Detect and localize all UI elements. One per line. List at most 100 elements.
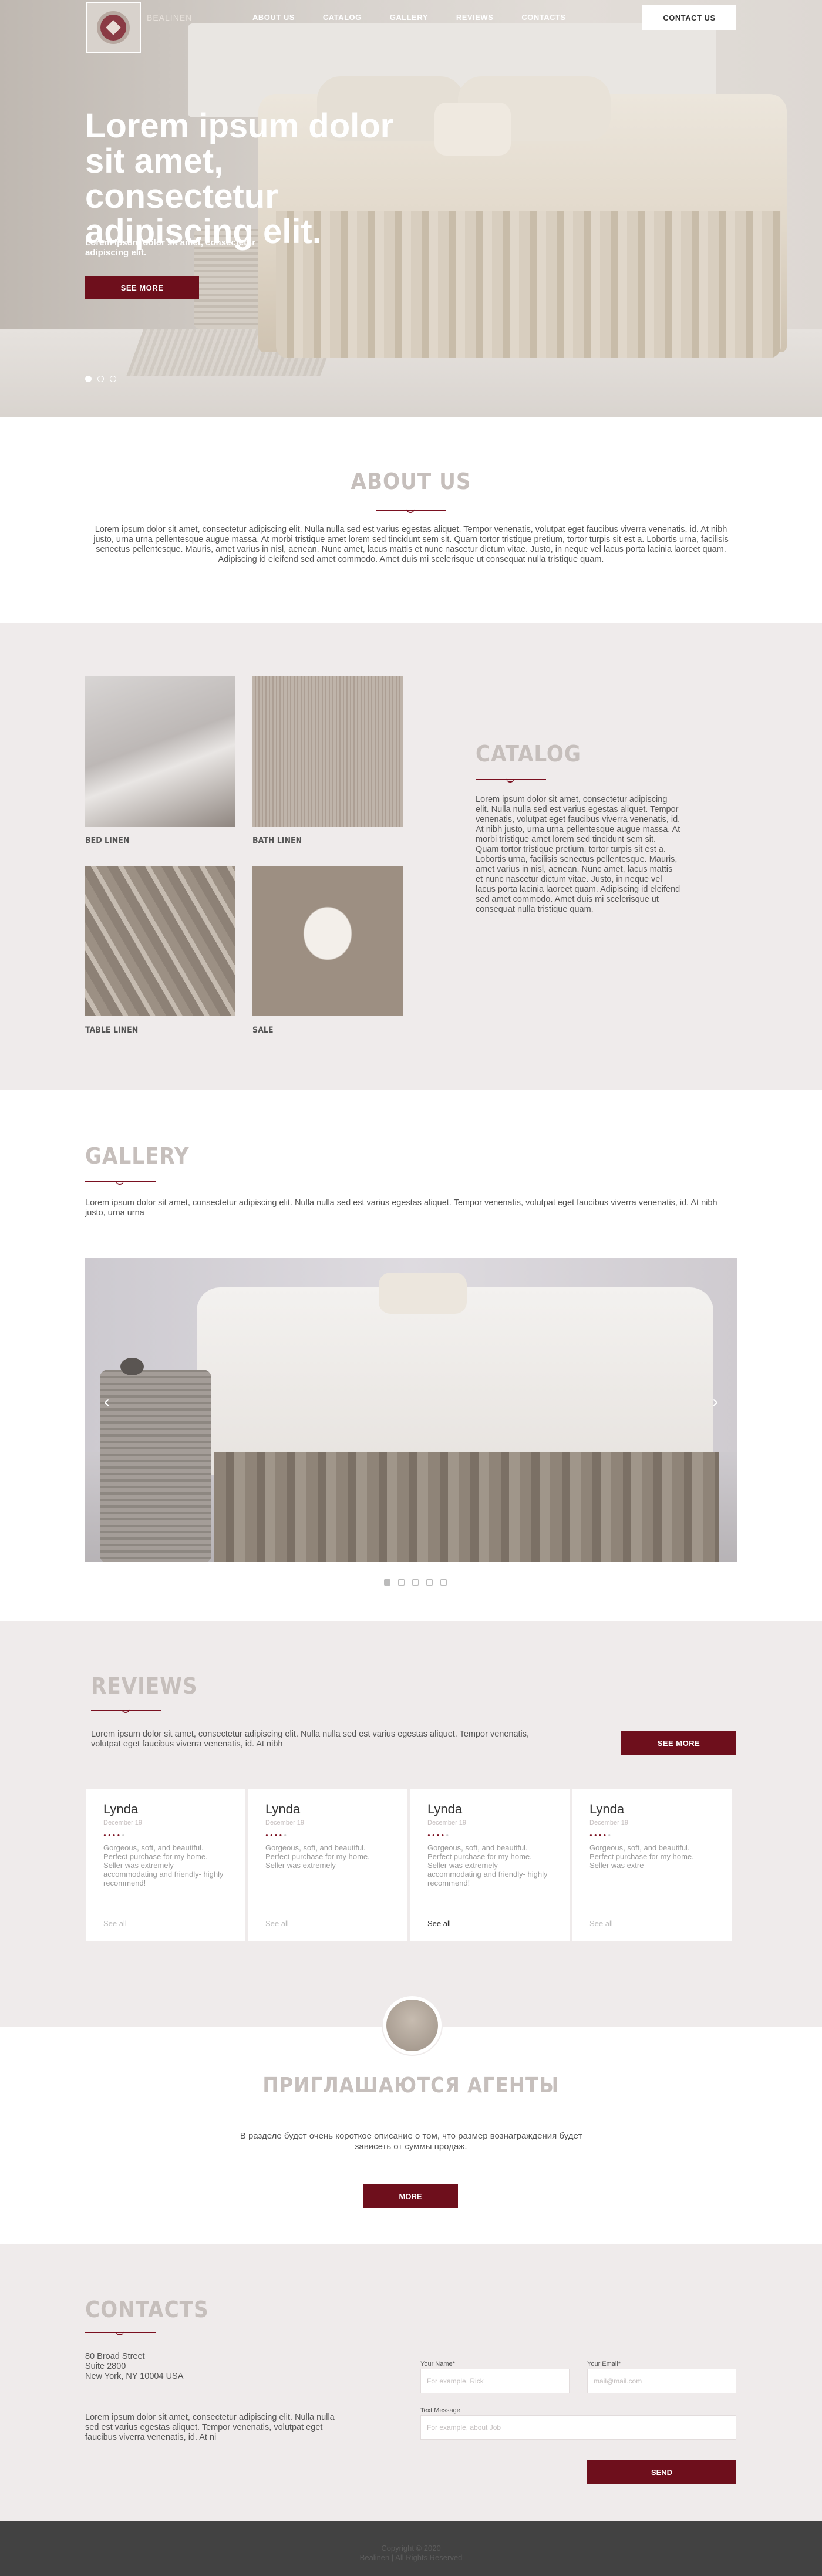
slider-dot[interactable] [412,1579,419,1586]
catalog-item-label: BED LINEN [85,836,130,845]
hero-image-pillow [434,103,511,156]
review-body: Gorgeous, soft, and beautiful. Perfect p… [589,1843,694,1870]
footer-text: Copyright © 2020 Bealinen | All Rights R… [0,2544,822,2562]
gallery-section: GALLERY Lorem ipsum dolor sit amet, cons… [0,1090,822,1621]
reviews-text: Lorem ipsum dolor sit amet, consectetur … [91,1729,530,1749]
review-see-all-link[interactable]: See all [589,1919,613,1928]
review-see-all-link[interactable]: See all [265,1919,289,1928]
message-field[interactable] [420,2415,736,2440]
agents-title: ПРИГЛАШАЮТСЯ АГЕНТЫ [262,2073,560,2098]
catalog-item-sale[interactable]: SALE [252,866,403,1035]
message-field-label: Text Message [420,2407,460,2414]
review-see-all-link[interactable]: See all [427,1919,451,1928]
review-author: Lynda [589,1802,625,1816]
reviews-see-more-button[interactable]: SEE MORE [621,1731,736,1755]
title-divider [85,1181,156,1185]
send-button[interactable]: SEND [587,2460,736,2484]
review-rating: ●●●●● [265,1832,390,1837]
catalog-image [85,866,235,1016]
review-see-all-link[interactable]: See all [103,1919,127,1928]
slider-dot[interactable] [384,1579,390,1586]
review-date: December 19 [427,1819,467,1826]
slider-dot[interactable] [398,1579,405,1586]
site-footer: Copyright © 2020 Bealinen | All Rights R… [0,2521,822,2576]
agents-avatar [382,1995,443,2056]
gallery-slider[interactable]: ‹ › [85,1258,737,1562]
star-icon: ●●●● [103,1832,122,1837]
nav-item-contacts[interactable]: CONTACTS [521,13,565,22]
address-line: New York, NY 10004 USA [85,2372,184,2381]
review-card: Lynda December 19 ●●●●● Gorgeous, soft, … [410,1789,570,1941]
review-rating: ●●●●● [427,1832,552,1837]
catalog-item-bath-linen[interactable]: BATH LINEN [252,676,403,845]
gallery-image-pillow [379,1273,467,1314]
catalog-image [85,676,235,827]
title-divider [91,1710,161,1713]
footer-copyright: Copyright © 2020 [381,2544,441,2553]
nav-item-gallery[interactable]: GALLERY [390,13,428,22]
gallery-image-bed [197,1287,713,1475]
nav-item-about-us[interactable]: ABOUT US [252,13,295,22]
contact-us-button[interactable]: CONTACT US [642,5,736,30]
slider-dot[interactable] [85,376,92,382]
agents-text: В разделе будет очень короткое описание … [240,2131,582,2152]
review-card: Lynda December 19 ●●●●● Gorgeous, soft, … [86,1789,245,1941]
review-author: Lynda [103,1802,139,1816]
chevron-left-icon[interactable]: ‹ [98,1390,116,1414]
site-header: BEALINEN ABOUT US CATALOG GALLERY REVIEW… [0,0,822,53]
footer-rights: Bealinen | All Rights Reserved [359,2553,463,2562]
reviews-title: REVIEWS [91,1673,198,1699]
star-icon: ● [608,1832,613,1837]
catalog-item-label: BATH LINEN [252,836,302,845]
email-field[interactable] [587,2369,736,2393]
gallery-image-clock [120,1358,144,1375]
hero-slider-dots [85,376,116,382]
contacts-text: Lorem ipsum dolor sit amet, consectetur … [85,2413,335,2442]
slider-dot[interactable] [110,376,116,382]
about-section: ABOUT US Lorem ipsum dolor sit amet, con… [0,417,822,623]
nav-item-catalog[interactable]: CATALOG [323,13,362,22]
contacts-title: CONTACTS [85,2297,209,2322]
review-body: Gorgeous, soft, and beautiful. Perfect p… [427,1843,548,1887]
catalog-item-label: TABLE LINEN [85,1026,139,1035]
slider-dot[interactable] [440,1579,447,1586]
review-author: Lynda [265,1802,301,1816]
slider-dot[interactable] [426,1579,433,1586]
review-rating: ●●●●● [103,1832,228,1837]
name-field[interactable] [420,2369,570,2393]
gallery-title: GALLERY [85,1143,190,1169]
about-text: Lorem ipsum dolor sit amet, consectetur … [93,525,729,564]
about-title: ABOUT US [351,468,471,494]
catalog-image [252,676,403,827]
hero-title: Lorem ipsum dolor sit amet, consectetur … [85,107,394,251]
address-line: Suite 2800 [85,2362,126,2371]
agents-more-button[interactable]: MORE [363,2184,458,2208]
contacts-section: CONTACTS 80 Broad Street Suite 2800 New … [0,2244,822,2521]
catalog-image [252,866,403,1016]
review-date: December 19 [589,1819,629,1826]
catalog-title: CATALOG [476,741,581,767]
hero-subtitle: Lorem ipsum dolor sit amet, consectetur … [85,238,256,258]
review-body: Gorgeous, soft, and beautiful. Perfect p… [265,1843,370,1870]
nav-item-reviews[interactable]: REVIEWS [456,13,493,22]
gallery-slider-dots [384,1579,447,1586]
logo[interactable] [86,2,141,53]
title-divider [85,2332,156,2335]
contact-address: 80 Broad Street Suite 2800 New York, NY … [85,2352,183,2382]
reviews-section: REVIEWS Lorem ipsum dolor sit amet, cons… [0,1621,822,2027]
star-icon: ●●●● [589,1832,608,1837]
chevron-right-icon[interactable]: › [706,1390,724,1414]
catalog-item-bed-linen[interactable]: BED LINEN [85,676,235,845]
title-divider [376,510,446,513]
star-icon: ● [122,1832,127,1837]
slider-dot[interactable] [97,376,104,382]
name-field-label: Your Name* [420,2361,455,2368]
review-date: December 19 [103,1819,143,1826]
hero-see-more-button[interactable]: SEE MORE [85,276,199,299]
review-rating: ●●●●● [589,1832,714,1837]
review-card: Lynda December 19 ●●●●● Gorgeous, soft, … [248,1789,407,1941]
catalog-item-table-linen[interactable]: TABLE LINEN [85,866,235,1035]
main-nav: ABOUT US CATALOG GALLERY REVIEWS CONTACT… [252,13,566,22]
title-divider [476,779,546,783]
gallery-image-basket [100,1370,211,1562]
